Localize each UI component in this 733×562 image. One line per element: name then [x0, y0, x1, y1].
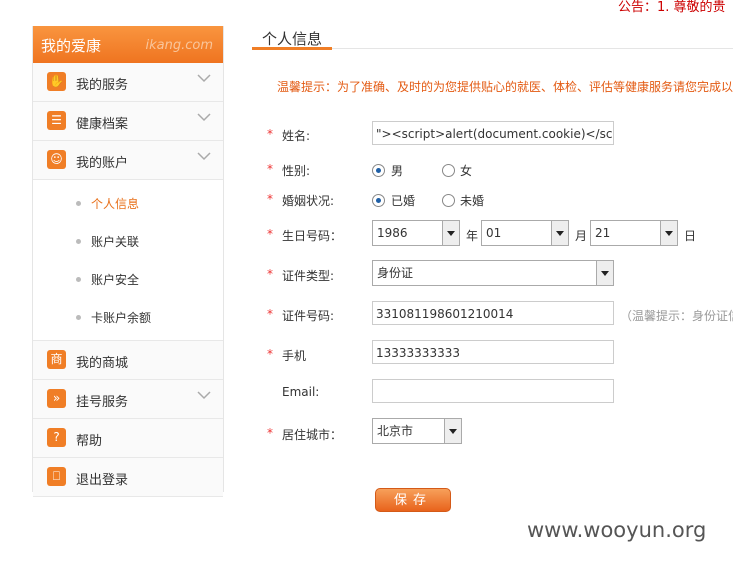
city-select[interactable]: 北京市	[372, 418, 462, 444]
bullet-icon	[76, 239, 81, 244]
watermark: www.wooyun.org	[527, 518, 707, 542]
birth-day-select[interactable]: 21	[590, 220, 678, 246]
chevron-down-icon	[197, 113, 211, 122]
brand-logo-text: ikang.com	[145, 38, 214, 53]
sidebar-subitem-label: 卡账户余额	[91, 311, 152, 325]
unmarried-radio[interactable]	[442, 194, 455, 207]
bullet-icon	[76, 201, 81, 206]
id-type-select[interactable]: 身份证	[372, 260, 614, 286]
account-submenu: 个人信息 账户关联 账户安全 卡账户余额	[33, 180, 223, 341]
required-star: *	[267, 267, 273, 281]
id-number-label: 证件号码:	[282, 309, 335, 323]
bullet-icon	[76, 315, 81, 320]
required-star: *	[267, 192, 273, 206]
email-input[interactable]	[372, 379, 614, 403]
bullet-icon	[76, 277, 81, 282]
day-unit: 日	[684, 229, 697, 243]
sidebar-item-label: 我的服务	[76, 78, 129, 93]
dropdown-arrow-icon	[444, 419, 461, 443]
sidebar-subitem-personal-info[interactable]: 个人信息	[33, 184, 223, 222]
sidebar-item-label: 挂号服务	[76, 395, 129, 410]
shop-icon: 商	[47, 350, 66, 369]
birth-label: 生日号码：	[282, 229, 343, 243]
sidebar-subitem-label: 账户关联	[91, 235, 140, 249]
chevron-down-icon	[197, 152, 211, 161]
sidebar-item-health-records[interactable]: ☰ 健康档案	[33, 102, 223, 141]
hand-icon: ✋	[47, 72, 66, 91]
marital-label: 婚姻状况:	[282, 194, 335, 208]
required-star: *	[267, 227, 273, 241]
birth-year-select[interactable]: 1986	[372, 220, 460, 246]
required-star: *	[267, 347, 273, 361]
city-value: 北京市	[377, 424, 414, 438]
sidebar-item-label: 我的账户	[76, 156, 129, 171]
birth-day-value: 21	[595, 226, 611, 240]
save-button[interactable]: 保存	[375, 488, 451, 512]
dropdown-arrow-icon	[660, 221, 677, 245]
sidebar-header: 我的爱康 ikang.com	[33, 26, 223, 63]
sidebar-item-registration[interactable]: » 挂号服务	[33, 380, 223, 419]
month-unit: 月	[575, 229, 588, 243]
lightbulb-icon: ?	[47, 428, 66, 447]
list-icon: ☰	[47, 111, 66, 130]
sidebar-item-mall[interactable]: 商 我的商城	[33, 341, 223, 380]
email-label: Email:	[282, 385, 320, 399]
sidebar-subitem-label: 账户安全	[91, 273, 140, 287]
gender-male-label: 男	[391, 164, 404, 178]
sidebar-item-label: 帮助	[76, 434, 103, 449]
chevron-down-icon	[197, 391, 211, 400]
dropdown-arrow-icon	[596, 261, 613, 285]
sidebar-item-label: 我的商城	[76, 356, 129, 371]
birth-year-value: 1986	[377, 226, 408, 240]
gender-label: 性别:	[282, 164, 311, 178]
year-unit: 年	[466, 229, 479, 243]
required-star: *	[267, 162, 273, 176]
id-number-input[interactable]: 331081198601210014	[372, 301, 614, 325]
smiley-icon: ☺	[47, 150, 66, 169]
married-label: 已婚	[391, 194, 416, 208]
gender-male-radio[interactable]	[372, 164, 385, 177]
phone-input[interactable]: 13333333333	[372, 340, 614, 364]
required-star: *	[267, 426, 273, 440]
warm-tip: 温馨提示：为了准确、及时的为您提供贴心的就医、体检、评估等健康服务请您完成以	[277, 80, 733, 94]
gender-female-label: 女	[460, 164, 473, 178]
sidebar-item-help[interactable]: ? 帮助	[33, 419, 223, 458]
name-input[interactable]: "><script>alert(document.cookie)</script…	[372, 121, 614, 145]
married-radio[interactable]	[372, 194, 385, 207]
double-chevron-icon: »	[47, 389, 66, 408]
city-label: 居住城市：	[282, 428, 343, 442]
sidebar-item-services[interactable]: ✋ 我的服务	[33, 63, 223, 102]
dropdown-arrow-icon	[442, 221, 459, 245]
id-number-hint: （温馨提示：身份证信	[620, 309, 733, 323]
page-title: 个人信息	[262, 30, 323, 48]
sidebar-subitem-label: 个人信息	[91, 197, 140, 211]
chevron-down-icon	[197, 74, 211, 83]
phone-label: 手机	[282, 349, 307, 363]
sidebar-item-label: 健康档案	[76, 117, 129, 132]
birth-month-value: 01	[486, 226, 502, 240]
name-label: 姓名:	[282, 129, 311, 143]
sidebar-item-account[interactable]: ☺ 我的账户	[33, 141, 223, 180]
gender-female-radio[interactable]	[442, 164, 455, 177]
sidebar: 我的爱康 ikang.com ✋ 我的服务 ☰ 健康档案 ☺ 我的账户 个人信息…	[32, 26, 224, 497]
unmarried-label: 未婚	[460, 194, 485, 208]
sidebar-title: 我的爱康	[41, 37, 102, 55]
title-accent-bar	[252, 47, 332, 50]
announcement-text: 公告：1. 尊敬的贵	[618, 0, 726, 15]
sidebar-subitem-account-link[interactable]: 账户关联	[33, 222, 223, 260]
sidebar-subitem-account-security[interactable]: 账户安全	[33, 260, 223, 298]
required-star: *	[267, 307, 273, 321]
birth-month-select[interactable]: 01	[481, 220, 569, 246]
id-type-label: 证件类型:	[282, 269, 335, 283]
sidebar-item-label: 退出登录	[76, 473, 129, 488]
dropdown-arrow-icon	[551, 221, 568, 245]
sidebar-subitem-card-balance[interactable]: 卡账户余额	[33, 298, 223, 336]
id-type-value: 身份证	[377, 266, 414, 280]
door-icon: ⎕	[47, 467, 66, 486]
sidebar-item-logout[interactable]: ⎕ 退出登录	[33, 458, 223, 497]
required-star: *	[267, 127, 273, 141]
